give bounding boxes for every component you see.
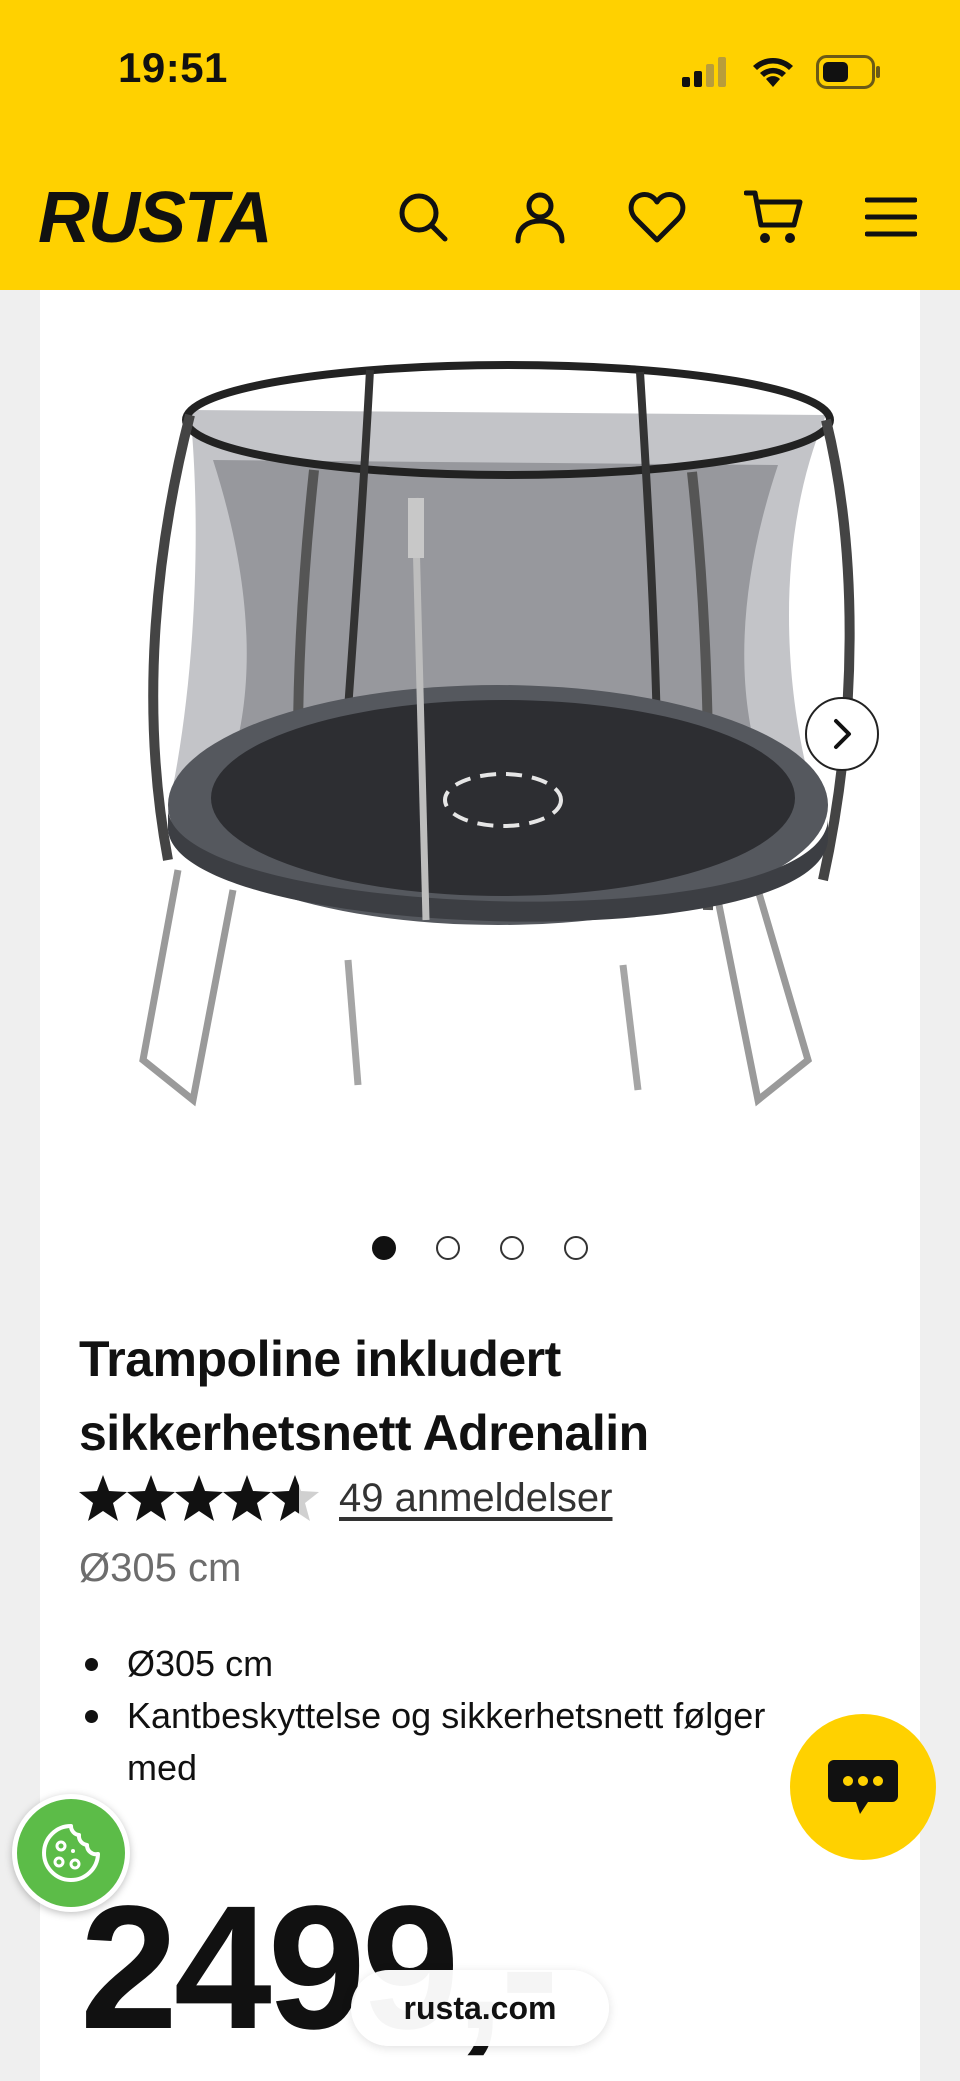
trampoline-image[interactable] — [118, 340, 878, 1120]
heart-icon[interactable] — [624, 184, 690, 250]
next-image-button[interactable] — [805, 697, 879, 771]
header-bar: 19:51 RUSTA — [0, 0, 960, 290]
cookie-settings-button[interactable] — [12, 1794, 130, 1912]
status-time: 19:51 — [118, 44, 228, 91]
product-title: Trampoline inkludert sikkerhetsnett Adre… — [79, 1331, 649, 1461]
feature-list: Ø305 cm Kantbeskyttelse og sikkerhetsnet… — [79, 1638, 819, 1794]
size-subtitle: Ø305 cm — [79, 1546, 242, 1590]
rusta-logo[interactable]: RUSTA — [38, 182, 294, 252]
cart-icon[interactable] — [741, 184, 807, 250]
main-nav: RUSTA — [0, 182, 960, 252]
half-star-icon — [271, 1475, 319, 1521]
cellular-signal-icon — [682, 57, 726, 87]
gallery-pagination — [372, 1236, 588, 1260]
rating-stars — [79, 1475, 319, 1521]
chat-bubble-icon — [828, 1760, 898, 1814]
chevron-right-icon — [834, 719, 851, 749]
svg-text:RUSTA: RUSTA — [38, 182, 271, 252]
browser-url-pill[interactable]: rusta.com — [351, 1970, 609, 2046]
gallery-dot-3[interactable] — [500, 1236, 524, 1260]
star-icon — [127, 1475, 175, 1521]
gallery-dot-4[interactable] — [564, 1236, 588, 1260]
star-icon — [175, 1475, 223, 1521]
product-rating[interactable]: 49 anmeldelser — [79, 1470, 613, 1526]
gallery-dot-2[interactable] — [436, 1236, 460, 1260]
star-icon — [79, 1475, 127, 1521]
battery-icon — [816, 55, 880, 89]
gallery-dot-1[interactable] — [372, 1236, 396, 1260]
wifi-icon — [753, 58, 793, 87]
menu-icon[interactable] — [858, 184, 924, 250]
cookie-icon — [42, 1824, 100, 1882]
search-icon[interactable] — [390, 184, 456, 250]
reviews-link[interactable]: 49 anmeldelser — [339, 1476, 613, 1521]
feature-item: Ø305 cm — [79, 1638, 819, 1690]
account-icon[interactable] — [507, 184, 573, 250]
feature-item: Kantbeskyttelse og sikkerhetsnett følger… — [79, 1690, 819, 1794]
star-icon — [223, 1475, 271, 1521]
chat-button[interactable] — [790, 1714, 936, 1860]
status-icons — [682, 50, 882, 94]
